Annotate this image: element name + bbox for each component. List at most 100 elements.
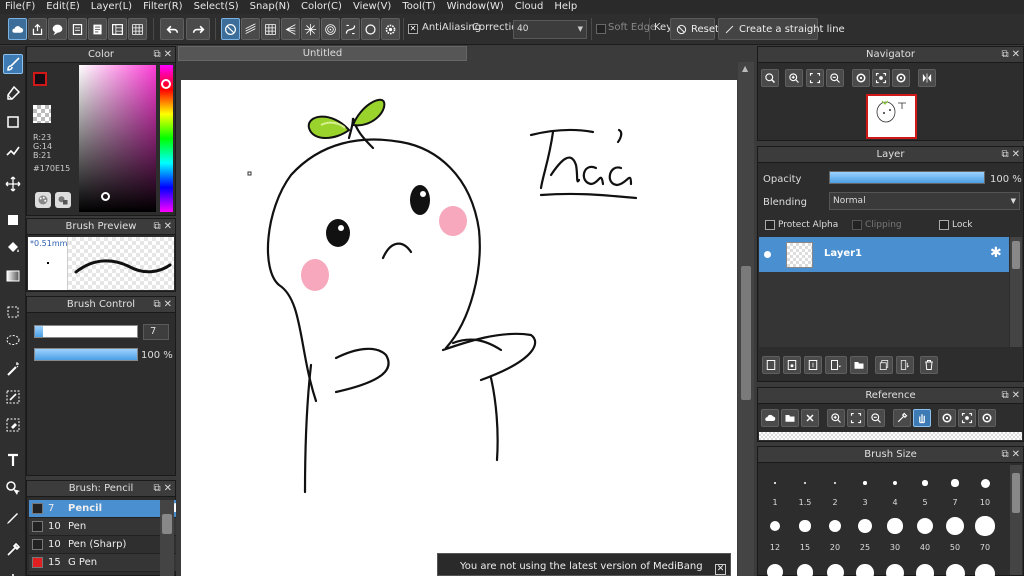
undock-icon[interactable]: ⧉	[153, 299, 160, 310]
brush-size-option[interactable]	[946, 517, 964, 535]
brush-size-option[interactable]	[828, 519, 842, 533]
rotate-right-icon[interactable]	[978, 409, 996, 427]
brush-opacity-slider[interactable]	[34, 348, 138, 361]
eyedropper-tool-icon[interactable]	[3, 540, 23, 560]
dot-brush-tool-icon[interactable]	[3, 141, 23, 161]
brush-size-option[interactable]	[796, 564, 814, 576]
close-icon[interactable]: ✕	[715, 564, 726, 575]
operation-tool-icon[interactable]	[3, 478, 23, 498]
new-8bit-layer-icon[interactable]	[804, 356, 822, 374]
fill-rect-tool-icon[interactable]	[3, 210, 23, 230]
close-icon[interactable]: ✕	[164, 49, 172, 60]
vanishing-point-icon[interactable]	[281, 18, 300, 40]
close-icon[interactable]: ✕	[1012, 149, 1020, 160]
undock-icon[interactable]: ⧉	[1001, 149, 1008, 160]
close-icon[interactable]: ✕	[1012, 390, 1020, 401]
menu-color[interactable]: Color(C)	[296, 0, 348, 14]
hue-slider[interactable]	[160, 65, 173, 212]
brush-size-option[interactable]	[975, 564, 995, 576]
foreground-color-swatch[interactable]	[33, 72, 47, 86]
rotate-right-icon[interactable]	[892, 69, 910, 87]
layer-scroll-thumb[interactable]	[1012, 241, 1020, 269]
close-icon[interactable]: ✕	[164, 483, 172, 494]
shape-tool-icon[interactable]	[3, 112, 23, 132]
brush-size-option[interactable]	[980, 478, 990, 488]
lock-checkbox[interactable]: Lock	[939, 220, 973, 230]
undock-icon[interactable]: ⧉	[153, 483, 160, 494]
brush-size-option[interactable]	[863, 481, 867, 485]
new-layer-icon[interactable]	[762, 356, 780, 374]
close-reference-icon[interactable]	[801, 409, 819, 427]
undock-icon[interactable]: ⧉	[153, 221, 160, 232]
panels-icon[interactable]	[108, 18, 127, 40]
move-tool-icon[interactable]	[3, 174, 23, 194]
undock-icon[interactable]: ⧉	[1001, 449, 1008, 460]
brush-size-option[interactable]	[858, 519, 872, 533]
rotate-left-icon[interactable]	[852, 69, 870, 87]
zoom-in-icon[interactable]	[827, 409, 845, 427]
document-tab[interactable]: Untitled	[178, 46, 467, 61]
straight-line-button[interactable]: Create a straight line	[718, 18, 845, 40]
menu-filter[interactable]: Filter(R)	[138, 0, 189, 14]
cloud-icon[interactable]	[8, 18, 27, 40]
lasso-tool-icon[interactable]	[3, 331, 23, 351]
palette-icon[interactable]	[35, 192, 51, 208]
navigator-thumbnail[interactable]	[866, 94, 917, 139]
brush-size-option[interactable]	[767, 564, 783, 576]
blending-select[interactable]: Normal ▼	[829, 192, 1020, 210]
protect-alpha-checkbox[interactable]: Protect Alpha	[765, 220, 838, 230]
brush-size-option[interactable]	[833, 481, 837, 485]
document-icon[interactable]	[68, 18, 87, 40]
parallel-snap-icon[interactable]	[241, 18, 260, 40]
pen-tool-icon[interactable]	[3, 507, 23, 527]
color-history-icon[interactable]	[55, 192, 71, 208]
curve-snap-icon[interactable]	[341, 18, 360, 40]
sv-picker-handle[interactable]	[101, 192, 110, 201]
saturation-value-picker[interactable]	[79, 65, 156, 212]
brush-size-option[interactable]	[915, 564, 935, 576]
brush-size-option[interactable]	[975, 516, 995, 536]
brush-size-option[interactable]	[892, 480, 898, 486]
menu-select[interactable]: Select(S)	[189, 0, 245, 14]
brush-size-option[interactable]	[774, 482, 776, 484]
protect-alpha-box[interactable]	[765, 220, 775, 230]
hand-icon[interactable]	[913, 409, 931, 427]
brush-size-option[interactable]	[770, 521, 780, 531]
drawing-canvas[interactable]	[181, 80, 737, 576]
folder-icon[interactable]	[850, 356, 868, 374]
soft-edge-checkbox[interactable]	[596, 24, 606, 34]
brush-size-option[interactable]	[945, 564, 965, 576]
zoom-out-icon[interactable]	[826, 69, 844, 87]
grid-icon[interactable]	[128, 18, 147, 40]
gradient-tool-icon[interactable]	[3, 266, 23, 286]
brush-size-option[interactable]	[856, 564, 874, 576]
menu-view[interactable]: View(V)	[348, 0, 397, 14]
antialiasing-checkbox[interactable]: ✕	[408, 24, 418, 34]
brush-size-option[interactable]	[951, 479, 959, 487]
zoom-icon[interactable]	[761, 69, 779, 87]
zoom-out-icon[interactable]	[867, 409, 885, 427]
flip-icon[interactable]	[918, 69, 936, 87]
menu-tool[interactable]: Tool(T)	[397, 0, 441, 14]
fit-screen-icon[interactable]	[847, 409, 865, 427]
duplicate-layer-icon[interactable]	[875, 356, 893, 374]
layer-row[interactable]: Layer1 ✱	[759, 237, 1009, 272]
settings-gear-icon[interactable]	[381, 18, 400, 40]
hand-tool-icon[interactable]	[3, 569, 23, 576]
menu-help[interactable]: Help	[549, 0, 583, 14]
brush-size-option[interactable]	[922, 480, 928, 486]
brush-list-scroll-thumb[interactable]	[162, 514, 172, 534]
note-icon[interactable]	[88, 18, 107, 40]
brush-size-slider[interactable]	[34, 325, 138, 338]
zoom-in-icon[interactable]	[785, 69, 803, 87]
reset-button[interactable]: Reset	[670, 18, 719, 40]
menu-edit[interactable]: Edit(E)	[41, 0, 86, 14]
brush-size-option[interactable]	[916, 517, 934, 535]
clipping-checkbox[interactable]: Clipping	[852, 220, 902, 230]
scroll-up-icon[interactable]: ▲	[742, 64, 748, 73]
new-halftone-layer-icon[interactable]	[783, 356, 801, 374]
menu-snap[interactable]: Snap(N)	[245, 0, 296, 14]
rotate-left-icon[interactable]	[938, 409, 956, 427]
brush-size-option[interactable]	[803, 481, 807, 485]
hue-slider-handle[interactable]	[161, 79, 171, 89]
